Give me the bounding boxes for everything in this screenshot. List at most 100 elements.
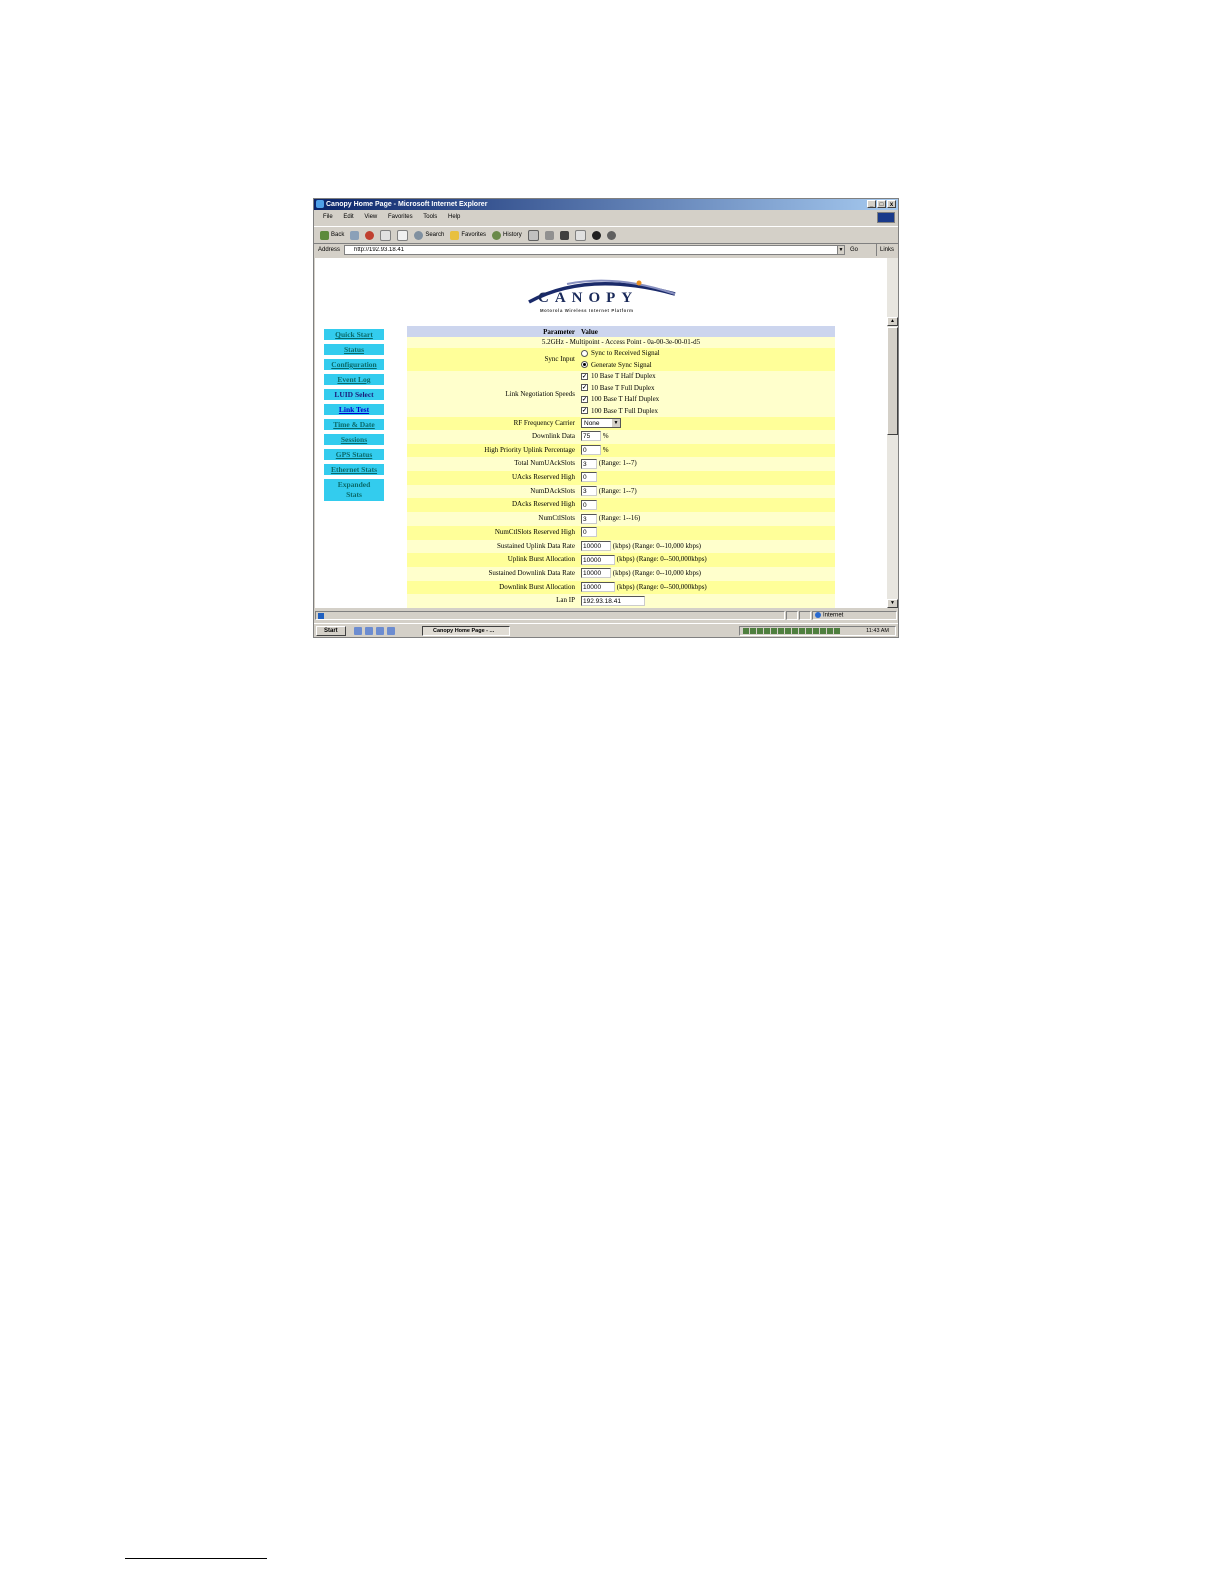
- nav-link-test[interactable]: Link Test: [324, 404, 384, 415]
- scroll-thumb[interactable]: [887, 327, 898, 435]
- address-input[interactable]: [344, 245, 844, 255]
- address-dropdown-icon[interactable]: ▼: [837, 245, 845, 255]
- nav-gps-status[interactable]: GPS Status: [324, 449, 384, 460]
- minimize-button[interactable]: _: [867, 200, 876, 208]
- link-option-100-full[interactable]: ✓ 100 Base T Full Duplex: [581, 406, 659, 418]
- scroll-down-icon[interactable]: ▼: [887, 599, 898, 608]
- menu-help[interactable]: Help: [448, 214, 460, 220]
- nav-ethernet-stats[interactable]: Ethernet Stats: [324, 464, 384, 475]
- tray-icon[interactable]: [806, 628, 812, 634]
- high-priority-uplink-input[interactable]: 0: [581, 445, 601, 456]
- start-button[interactable]: Start: [316, 626, 346, 636]
- tray-icon[interactable]: [827, 628, 833, 634]
- lan-ip-input[interactable]: 192.93.18.41: [581, 595, 645, 606]
- sustained-uplink-input[interactable]: 10000: [581, 540, 611, 551]
- rf-carrier-select[interactable]: None ▼: [581, 418, 621, 429]
- num-ctl-slots-reserved-high-input[interactable]: 0: [581, 527, 597, 538]
- tray-icon[interactable]: [757, 628, 763, 634]
- link-option-10-half[interactable]: ✓ 10 Base T Half Duplex: [581, 371, 659, 383]
- refresh-icon: [380, 229, 392, 241]
- scroll-up-icon[interactable]: ▲: [887, 317, 898, 326]
- downlink-burst-input[interactable]: 10000: [581, 581, 615, 592]
- media-icon[interactable]: [387, 627, 395, 635]
- total-num-uack-slots-input[interactable]: 3: [581, 458, 597, 469]
- menu-favorites[interactable]: Favorites: [388, 214, 413, 220]
- checkbox-checked-icon[interactable]: ✓: [581, 372, 588, 380]
- tray-icon[interactable]: [750, 628, 756, 634]
- discuss-button[interactable]: [574, 229, 586, 241]
- title-bar[interactable]: Canopy Home Page - Microsoft Internet Ex…: [314, 199, 898, 210]
- back-button[interactable]: Back: [320, 227, 344, 243]
- vertical-scrollbar[interactable]: ▲ ▼: [887, 258, 898, 608]
- tray-icon[interactable]: [834, 628, 840, 634]
- nav-quick-start[interactable]: Quick Start: [324, 329, 384, 340]
- nav-event-log[interactable]: Event Log: [324, 374, 384, 385]
- checkbox-checked-icon[interactable]: ✓: [581, 407, 588, 415]
- nav-configuration[interactable]: Configuration: [324, 359, 384, 370]
- messenger-icon: [606, 230, 616, 240]
- print-button[interactable]: [544, 230, 554, 240]
- desktop-icon[interactable]: [354, 627, 362, 635]
- history-icon: [492, 230, 502, 240]
- globe-icon: [815, 612, 821, 618]
- refresh-button[interactable]: [380, 229, 392, 241]
- menu-view[interactable]: View: [364, 214, 377, 220]
- tray-icon[interactable]: [799, 628, 805, 634]
- chevron-down-icon[interactable]: ▼: [612, 419, 620, 428]
- checkbox-checked-icon[interactable]: ✓: [581, 384, 588, 392]
- sustained-downlink-input[interactable]: 10000: [581, 568, 611, 579]
- tray-icon[interactable]: [785, 628, 791, 634]
- tray-icon[interactable]: [764, 628, 770, 634]
- maximize-button[interactable]: □: [877, 200, 886, 208]
- tray-icon[interactable]: [792, 628, 798, 634]
- uacks-reserved-high-label: UAcks Reserved High: [512, 473, 575, 482]
- help-button[interactable]: [591, 230, 601, 240]
- lan-ip-label: Lan IP: [556, 596, 575, 605]
- tray-icon[interactable]: [820, 628, 826, 634]
- stop-button[interactable]: [365, 230, 375, 240]
- history-button[interactable]: History: [492, 227, 522, 243]
- link-option-100-half[interactable]: ✓ 100 Base T Half Duplex: [581, 394, 659, 406]
- sync-option-received[interactable]: Sync to Received Signal: [581, 348, 660, 360]
- go-button[interactable]: Go: [850, 244, 858, 256]
- nav-sessions[interactable]: Sessions: [324, 434, 384, 445]
- favorites-button[interactable]: Favorites: [450, 227, 486, 243]
- link-option-100-half-label: 100 Base T Half Duplex: [591, 395, 660, 403]
- home-button[interactable]: [397, 229, 409, 241]
- nav-luid-select[interactable]: LUID Select: [324, 389, 384, 400]
- mail-button[interactable]: [527, 229, 539, 241]
- outlook-icon[interactable]: [376, 627, 384, 635]
- num-dack-slots-input[interactable]: 3: [581, 486, 597, 497]
- dacks-reserved-high-input[interactable]: 0: [581, 499, 597, 510]
- tray-icon[interactable]: [813, 628, 819, 634]
- menu-edit[interactable]: Edit: [343, 214, 353, 220]
- search-button[interactable]: Search: [414, 227, 444, 243]
- sync-option-generate[interactable]: Generate Sync Signal: [581, 360, 660, 372]
- link-option-10-full[interactable]: ✓ 10 Base T Full Duplex: [581, 383, 659, 395]
- messenger-button[interactable]: [606, 230, 616, 240]
- ie-quicklaunch-icon[interactable]: [365, 627, 373, 635]
- links-button[interactable]: Links: [876, 244, 894, 256]
- taskbar-task-canopy[interactable]: Canopy Home Page - ...: [422, 626, 510, 636]
- menu-file[interactable]: File: [323, 214, 333, 220]
- menu-tools[interactable]: Tools: [423, 214, 437, 220]
- nav-status[interactable]: Status: [324, 344, 384, 355]
- uplink-burst-input[interactable]: 10000: [581, 554, 615, 565]
- uacks-reserved-high-input[interactable]: 0: [581, 472, 597, 483]
- tray-icon[interactable]: [771, 628, 777, 634]
- checkbox-checked-icon[interactable]: ✓: [581, 395, 588, 403]
- close-button[interactable]: x: [887, 200, 896, 208]
- tray-icon[interactable]: [743, 628, 749, 634]
- edit-button[interactable]: [559, 230, 569, 240]
- radio-selected-icon[interactable]: [581, 361, 588, 369]
- num-ctl-slots-input[interactable]: 3: [581, 513, 597, 524]
- sync-option-received-label: Sync to Received Signal: [591, 349, 660, 357]
- tray-icon[interactable]: [778, 628, 784, 634]
- downlink-data-input[interactable]: 75: [581, 431, 601, 442]
- forward-button[interactable]: [350, 230, 360, 240]
- radio-icon[interactable]: [581, 349, 588, 357]
- page-content: CANOPY Motorola Wireless Internet Platfo…: [315, 258, 887, 608]
- nav-expanded-stats[interactable]: Expanded Stats: [324, 479, 384, 501]
- nav-time-date[interactable]: Time & Date: [324, 419, 384, 430]
- stop-icon: [365, 230, 375, 240]
